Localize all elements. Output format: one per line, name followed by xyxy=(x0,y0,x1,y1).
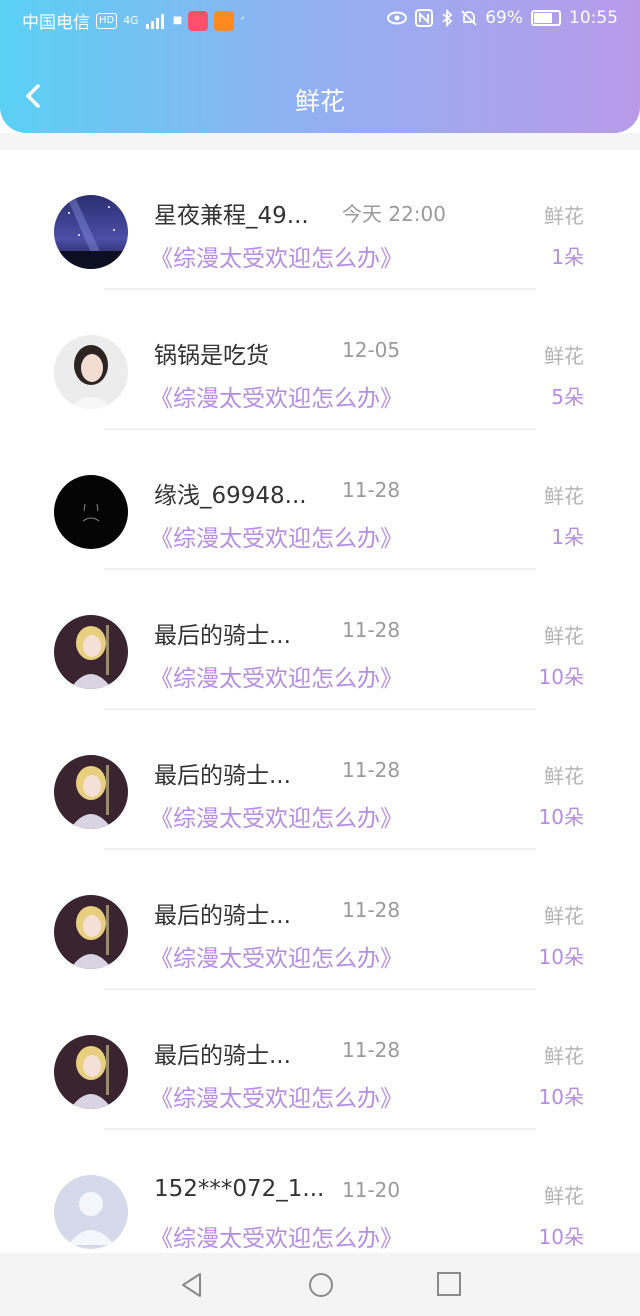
status-right: 69% 10:55 xyxy=(387,8,618,28)
user-name[interactable]: 最后的骑士... xyxy=(154,756,291,790)
bluetooth-icon xyxy=(442,9,453,27)
list-item[interactable]: 最后的骑士... 11-28 《综漫太受欢迎怎么办》 鲜花 10朵 xyxy=(0,710,640,850)
gift-time: 11-28 xyxy=(342,618,401,642)
gift-count: 10朵 xyxy=(538,1085,584,1109)
user-name[interactable]: 最后的骑士... xyxy=(154,616,291,650)
list-item[interactable]: 锅锅是吃货 12-05 《综漫太受欢迎怎么办》 鲜花 5朵 xyxy=(0,290,640,430)
avatar[interactable] xyxy=(54,1035,128,1109)
clock: 10:55 xyxy=(569,8,618,28)
user-name[interactable]: 最后的骑士... xyxy=(154,1036,291,1070)
gift-time: 11-28 xyxy=(342,1038,401,1062)
avatar[interactable] xyxy=(54,475,128,549)
user-name[interactable]: 缘浅_69948... xyxy=(154,476,307,510)
header: 中国电信 HD 4G ■ ᐟ 69% 10:55 鲜花 xyxy=(0,0,640,133)
user-name[interactable]: 最后的骑士... xyxy=(154,896,291,930)
gift-time: 12-05 xyxy=(342,338,401,362)
gift-type-label: 鲜花 xyxy=(544,204,584,228)
gift-time: 今天 22:00 xyxy=(342,202,446,226)
list-item[interactable]: 最后的骑士... 11-28 《综漫太受欢迎怎么办》 鲜花 10朵 xyxy=(0,570,640,710)
nfc-icon xyxy=(415,9,434,27)
nav-back-icon[interactable] xyxy=(178,1271,206,1299)
avatar[interactable] xyxy=(54,335,128,409)
book-title-link[interactable]: 《综漫太受欢迎怎么办》 xyxy=(150,939,403,973)
gift-count: 10朵 xyxy=(538,805,584,829)
gift-type-label: 鲜花 xyxy=(544,904,584,928)
signal-icon xyxy=(145,13,164,29)
gift-count: 10朵 xyxy=(538,665,584,689)
gift-count: 10朵 xyxy=(538,945,584,969)
carrier-label: 中国电信 xyxy=(22,13,90,33)
list-item[interactable]: 最后的骑士... 11-28 《综漫太受欢迎怎么办》 鲜花 10朵 xyxy=(0,850,640,990)
list-item[interactable]: 最后的骑士... 11-28 《综漫太受欢迎怎么办》 鲜花 10朵 xyxy=(0,990,640,1130)
network-type: 4G xyxy=(123,14,139,27)
gift-type-label: 鲜花 xyxy=(544,344,584,368)
taobao-notification-icon xyxy=(214,10,235,31)
gift-time: 11-28 xyxy=(342,758,401,782)
gift-time: 11-20 xyxy=(342,1178,401,1202)
header-gap xyxy=(0,133,640,150)
hd-badge: HD xyxy=(96,12,118,29)
battery-icon xyxy=(531,10,561,26)
book-title-link[interactable]: 《综漫太受欢迎怎么办》 xyxy=(150,1219,403,1253)
nav-home-icon[interactable] xyxy=(307,1271,335,1299)
book-title-link[interactable]: 《综漫太受欢迎怎么办》 xyxy=(150,239,403,273)
gift-time: 11-28 xyxy=(342,478,401,502)
page-title: 鲜花 xyxy=(294,87,345,116)
mute-bell-icon xyxy=(461,10,477,26)
avatar[interactable] xyxy=(54,895,128,969)
user-name[interactable]: 锅锅是吃货 xyxy=(154,336,269,370)
avatar[interactable] xyxy=(54,755,128,829)
avatar[interactable] xyxy=(54,615,128,689)
gift-type-label: 鲜花 xyxy=(544,1044,584,1068)
gift-type-label: 鲜花 xyxy=(544,764,584,788)
gift-record-list: 星夜兼程_49... 今天 22:00 《综漫太受欢迎怎么办》 鲜花 1朵 锅锅是吃货 12… xyxy=(0,150,640,1253)
avatar[interactable] xyxy=(54,195,128,269)
gift-type-label: 鲜花 xyxy=(544,1184,584,1208)
status-left: 中国电信 HD 4G ■ ᐟ xyxy=(22,8,245,33)
nav-bar: 鲜花 xyxy=(0,60,640,132)
status-bar: 中国电信 HD 4G ■ ᐟ 69% 10:55 xyxy=(0,0,640,40)
book-title-link[interactable]: 《综漫太受欢迎怎么办》 xyxy=(150,799,403,833)
gift-count: 1朵 xyxy=(551,525,584,549)
notification-icon: ■ xyxy=(172,15,183,26)
gift-count: 10朵 xyxy=(538,1225,584,1249)
gift-type-label: 鲜花 xyxy=(544,484,584,508)
list-item[interactable]: 缘浅_69948... 11-28 《综漫太受欢迎怎么办》 鲜花 1朵 xyxy=(0,430,640,570)
book-title-link[interactable]: 《综漫太受欢迎怎么办》 xyxy=(150,1079,403,1113)
list-item[interactable]: 152***072_1... 11-20 《综漫太受欢迎怎么办》 鲜花 10朵 xyxy=(0,1130,640,1253)
book-title-link[interactable]: 《综漫太受欢迎怎么办》 xyxy=(150,659,403,693)
user-name[interactable]: 星夜兼程_49... xyxy=(154,196,309,230)
eye-icon xyxy=(387,11,408,25)
app-notification-icon xyxy=(188,10,209,31)
system-nav-bar xyxy=(0,1253,640,1316)
book-title-link[interactable]: 《综漫太受欢迎怎么办》 xyxy=(150,379,403,413)
book-title-link[interactable]: 《综漫太受欢迎怎么办》 xyxy=(150,519,403,553)
gift-time: 11-28 xyxy=(342,898,401,922)
nfc-small-icon: ᐟ xyxy=(240,14,245,27)
gift-type-label: 鲜花 xyxy=(544,624,584,648)
list-item[interactable]: 星夜兼程_49... 今天 22:00 《综漫太受欢迎怎么办》 鲜花 1朵 xyxy=(0,150,640,290)
battery-percent: 69% xyxy=(485,8,523,28)
gift-count: 1朵 xyxy=(551,245,584,269)
avatar[interactable] xyxy=(54,1175,128,1249)
user-name[interactable]: 152***072_1... xyxy=(154,1176,324,1202)
nav-recent-apps-icon[interactable] xyxy=(436,1271,462,1297)
gift-count: 5朵 xyxy=(551,385,584,409)
